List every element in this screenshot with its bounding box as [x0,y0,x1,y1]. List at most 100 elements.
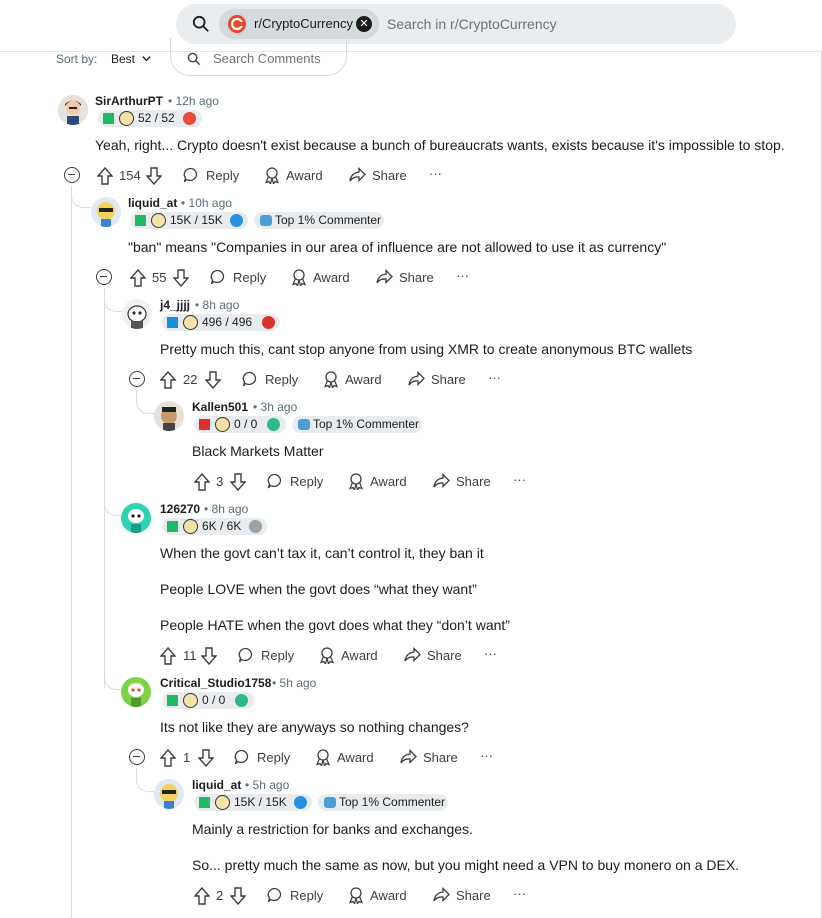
award-button[interactable]: Award [348,472,412,492]
share-button[interactable]: Share [349,166,409,186]
downvote-button[interactable] [205,370,223,390]
comment-body: People LOVE when the govt does “what the… [160,581,477,597]
reply-label: Reply [257,750,291,765]
upvote-button[interactable] [160,748,178,768]
moon-icon [183,693,198,708]
flair-emoji-icon [294,796,307,809]
username[interactable]: liquid_at [128,196,177,210]
user-flair: 15K / 15K [130,212,248,229]
reply-label: Reply [206,168,240,183]
award-label: Award [370,888,407,903]
flair-emoji-icon [230,214,243,227]
share-button[interactable]: Share [404,646,464,666]
more-options-icon: ··· [480,748,493,763]
reply-button[interactable]: Reply [267,886,327,906]
award-button[interactable]: Award [319,646,383,666]
upvote-button[interactable] [97,166,115,186]
username[interactable]: liquid_at [192,778,241,792]
share-icon [349,167,366,183]
share-label: Share [399,270,434,285]
search-input[interactable]: Search in r/CryptoCurrency [387,16,557,32]
comment-actions: 55 Reply Award Share ··· [130,268,490,288]
close-icon[interactable]: ✕ [356,16,372,32]
sort-bar: Sort by: Best Search Comments [0,38,821,92]
award-button[interactable]: Award [315,748,379,768]
award-button[interactable]: Award [323,370,387,390]
upvote-button[interactable] [194,886,212,906]
upvote-icon [130,269,146,287]
share-button[interactable]: Share [433,886,493,906]
thread-elbow [104,650,122,690]
reply-button[interactable]: Reply [267,472,327,492]
share-button[interactable]: Share [433,472,493,492]
downvote-button[interactable] [230,886,248,906]
username[interactable]: Kallen501 [192,400,248,414]
collapse-button[interactable] [129,749,145,765]
chevron-down-icon[interactable] [141,53,152,64]
avatar[interactable] [121,677,151,707]
badge-text: Top 1% Commenter [339,795,446,809]
award-button[interactable]: Award [348,886,412,906]
award-button[interactable]: Award [291,268,355,288]
upvote-icon [194,473,210,491]
username[interactable]: Critical_Studio1758 [160,676,271,690]
upvote-button[interactable] [194,472,212,492]
flair-text: 15K / 15K [170,213,223,227]
share-button[interactable]: Share [376,268,436,288]
downvote-button[interactable] [198,748,216,768]
upvote-button[interactable] [160,370,178,390]
downvote-button[interactable] [146,166,164,186]
thread-elbow [136,768,154,792]
collapse-button[interactable] [64,167,80,183]
downvote-button[interactable] [201,646,219,666]
upvote-button[interactable] [160,646,178,666]
flair-square-icon [167,695,178,706]
top-commenter-badge: Top 1% Commenter [318,794,448,811]
community-chip[interactable]: r/CryptoCurrency ✕ [219,9,379,39]
share-button[interactable]: Share [408,370,468,390]
avatar[interactable] [122,299,152,329]
collapse-button[interactable] [129,371,145,387]
username[interactable]: SirArthurPT [95,94,163,108]
reply-icon [267,887,282,903]
sort-dropdown[interactable]: Best [111,52,135,66]
avatar[interactable] [91,197,121,227]
avatar[interactable] [154,401,184,431]
thread-elbow [71,186,91,208]
upvote-button[interactable] [130,268,148,288]
comment-body: Mainly a restriction for banks and excha… [192,821,473,837]
reply-button[interactable]: Reply [242,370,302,390]
reply-button[interactable]: Reply [234,748,294,768]
vote-score-value: 3 [216,474,224,489]
avatar[interactable] [58,95,88,125]
username[interactable]: 126270 [160,502,200,516]
collapse-button[interactable] [96,269,112,285]
share-icon [404,647,421,663]
award-button[interactable]: Award [264,166,328,186]
username[interactable]: j4_jjjj [160,298,190,312]
upvote-icon [97,167,113,185]
reply-button[interactable]: Reply [210,268,270,288]
reply-icon [183,167,198,183]
upvote-icon [160,647,176,665]
award-icon [323,371,339,388]
comment-search-placeholder: Search Comments [213,51,321,66]
comment-search-input[interactable]: Search Comments [170,38,347,76]
downvote-button[interactable] [173,268,191,288]
downvote-icon [230,887,246,905]
comment-time: • 3h ago [253,400,298,414]
user-flair: 15K / 15K [194,794,312,811]
comment-actions: 2 Reply Award Share ··· [194,886,534,906]
avatar[interactable] [154,779,184,809]
reply-button[interactable]: Reply [183,166,243,186]
reply-button[interactable]: Reply [238,646,298,666]
share-button[interactable]: Share [400,748,460,768]
avatar[interactable] [121,503,151,533]
downvote-button[interactable] [230,472,248,492]
vote-score-value: 1 [183,750,191,765]
award-label: Award [286,168,323,183]
user-flair: 0 / 0 [162,692,254,709]
user-flair: 496 / 496 [162,314,280,331]
comment-body: So... pretty much the same as now, but y… [192,857,740,873]
badge-icon [260,215,272,226]
